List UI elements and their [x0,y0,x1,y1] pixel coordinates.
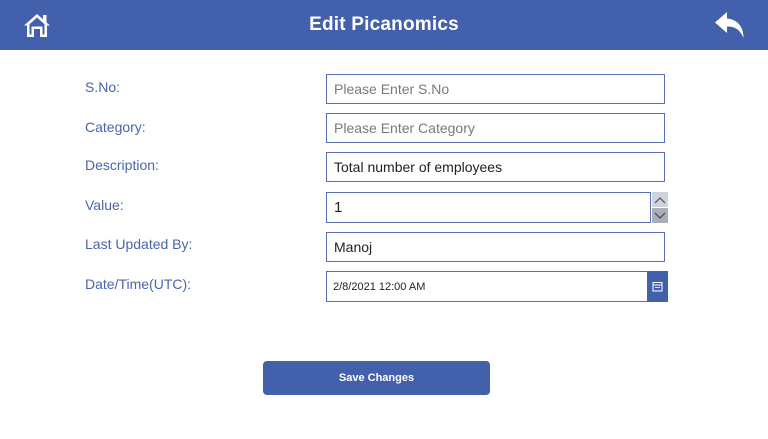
decrement-button[interactable] [652,208,668,223]
back-arrow-icon [715,12,744,38]
last-updated-by-label: Last Updated By: [85,236,193,252]
description-label: Description: [85,157,159,173]
description-input[interactable] [326,152,665,182]
edit-picanomics-screen: Edit Picanomics S.No: Category: Descript… [0,0,768,439]
save-changes-button[interactable]: Save Changes [263,361,490,395]
chevron-down-icon [654,212,666,219]
header-bar: Edit Picanomics [0,0,768,50]
value-label: Value: [85,197,124,213]
datetime-picker [326,271,668,302]
datetime-input[interactable] [326,271,648,302]
last-updated-by-input[interactable] [326,232,665,262]
home-icon [24,14,50,37]
sno-input[interactable] [326,74,665,104]
value-stepper [326,192,668,223]
calendar-button[interactable] [647,271,668,302]
back-button[interactable] [714,10,746,40]
page-title: Edit Picanomics [309,14,459,35]
increment-button[interactable] [652,192,668,207]
calendar-icon [652,282,663,292]
category-input[interactable] [326,113,665,143]
datetime-label: Date/Time(UTC): [85,276,192,292]
value-input[interactable] [326,192,651,223]
sno-label: S.No: [85,79,121,95]
chevron-up-icon [654,196,666,203]
category-label: Category: [85,119,146,135]
home-button[interactable] [22,10,52,40]
